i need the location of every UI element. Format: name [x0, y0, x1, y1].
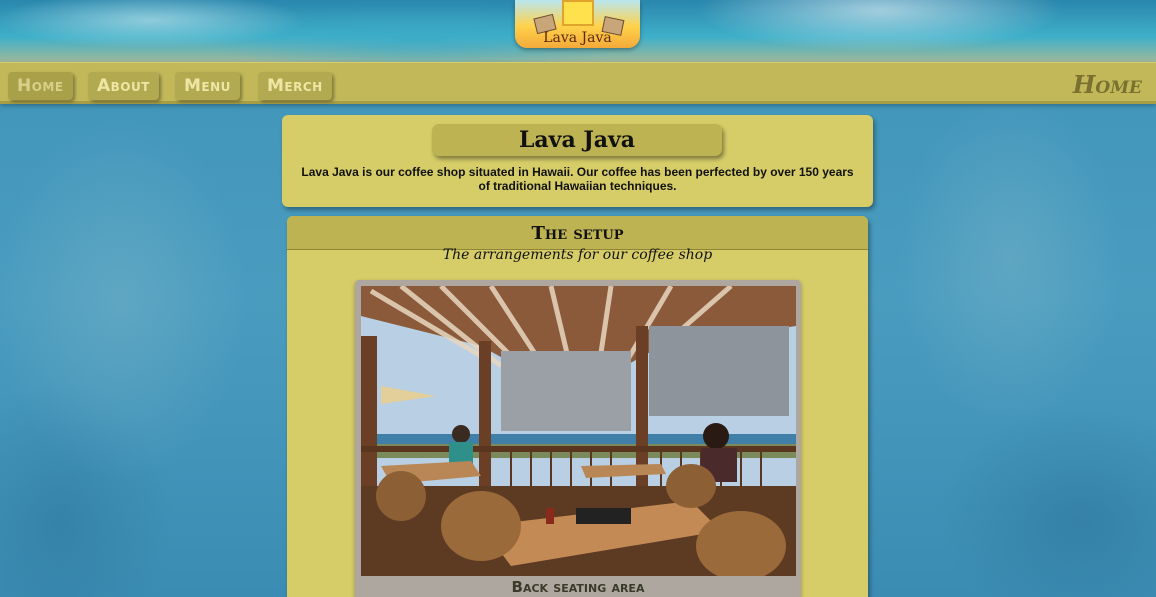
intro-title: Lava Java: [432, 124, 722, 156]
intro-text: Lava Java is our coffee shop situated in…: [301, 165, 854, 193]
logo-house-icon: [562, 0, 594, 26]
current-page-title: Home: [1072, 70, 1142, 99]
intro-card: Lava Java Lava Java is our coffee shop s…: [282, 115, 873, 207]
setup-section: The setup The arrangements for our coffe…: [287, 216, 868, 597]
nav-menu-button[interactable]: Menu: [175, 72, 240, 100]
nav-merch-button[interactable]: Merch: [258, 72, 332, 100]
seating-area-illustration: [361, 286, 796, 576]
photo-card: Back seating area: [355, 280, 801, 597]
logo[interactable]: Lava Java: [515, 0, 640, 48]
setup-title: The setup: [287, 216, 868, 250]
logo-text: Lava Java: [543, 30, 612, 46]
seating-area-photo: [361, 286, 796, 576]
photo-caption: Back seating area: [511, 578, 645, 596]
nav-about-button[interactable]: About: [88, 72, 159, 100]
setup-subtitle: The arrangements for our coffee shop: [442, 247, 713, 263]
nav-home-button[interactable]: Home: [8, 72, 73, 100]
navbar: Home About Menu Merch Home: [0, 62, 1156, 104]
